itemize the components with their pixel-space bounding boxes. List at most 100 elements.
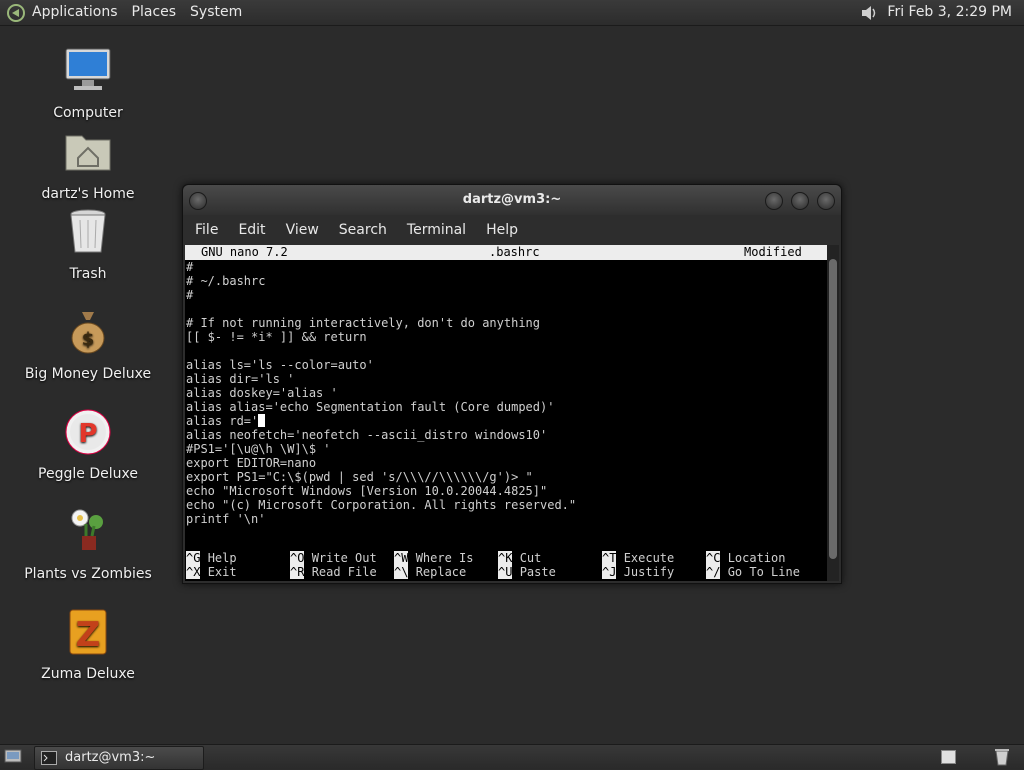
file-line: echo "(c) Microsoft Corporation. All rig…	[186, 498, 577, 512]
shortcut-exit[interactable]: ^X Exit	[186, 565, 237, 579]
file-line: alias neofetch='neofetch --ascii_distro …	[186, 428, 548, 442]
shortcut-label: Read File	[311, 565, 377, 579]
shortcut-key: ^R	[290, 565, 305, 579]
shortcut-paste[interactable]: ^U Paste	[498, 565, 556, 579]
nano-version: GNU nano 7.2	[201, 245, 288, 259]
terminal-menubar: File Edit View Search Terminal Help	[183, 215, 841, 245]
trash-applet-icon[interactable]	[994, 748, 1010, 766]
shortcut-key: ^X	[186, 565, 201, 579]
menu-help[interactable]: Help	[484, 222, 520, 238]
zuma-icon: Z	[69, 609, 107, 655]
shortcut-label: Location	[727, 551, 786, 565]
taskbar-terminal-label: dartz@vm3:~	[65, 750, 156, 765]
menu-terminal[interactable]: Terminal	[405, 222, 468, 238]
shortcut-key: ^\	[394, 565, 409, 579]
gnome-foot-icon[interactable]	[6, 3, 26, 23]
file-content[interactable]: # # ~/.bashrc # # If not running interac…	[186, 260, 826, 526]
maximize-button[interactable]	[791, 192, 809, 210]
nano-shortcuts: ^G Help ^O Write Out ^W Where Is ^K Cut …	[186, 551, 826, 579]
desktop-icon-label: Computer	[53, 105, 123, 121]
desktop-icon-zuma[interactable]: Z Zuma Deluxe	[23, 606, 153, 682]
top-panel-right: Fri Feb 3, 2:29 PM	[859, 0, 1012, 25]
shortcut-row: ^G Help ^O Write Out ^W Where Is ^K Cut …	[186, 551, 826, 565]
file-line	[186, 302, 826, 316]
shortcut-where-is[interactable]: ^W Where Is	[394, 551, 473, 565]
places-menu[interactable]: Places	[132, 0, 177, 25]
top-panel: Applications Places System Fri Feb 3, 2:…	[0, 0, 1024, 26]
desktop-icon-label: dartz's Home	[41, 186, 135, 202]
file-line: [[ $- != *i* ]] && return	[186, 330, 367, 344]
file-line: alias doskey='alias '	[186, 386, 338, 400]
desktop-icon-trash[interactable]: Trash	[23, 206, 153, 282]
shortcut-key: ^G	[186, 551, 201, 565]
system-menu[interactable]: System	[190, 0, 242, 25]
shortcut-go-to-line[interactable]: ^/ Go To Line	[706, 565, 800, 579]
clock[interactable]: Fri Feb 3, 2:29 PM	[887, 0, 1012, 25]
minimize-button[interactable]	[765, 192, 783, 210]
shortcut-key: ^J	[602, 565, 617, 579]
svg-text:P: P	[78, 419, 97, 449]
scrollbar-thumb[interactable]	[829, 259, 837, 559]
speaker-icon[interactable]	[859, 3, 879, 23]
shortcut-key: ^C	[706, 551, 721, 565]
desktop-icon-peggle[interactable]: P Peggle Deluxe	[23, 406, 153, 482]
shortcut-read-file[interactable]: ^R Read File	[290, 565, 377, 579]
shortcut-label: Where Is	[415, 551, 474, 565]
file-line: alias alias='echo Segmentation fault (Co…	[186, 400, 555, 414]
workspace-switcher[interactable]	[941, 750, 956, 764]
shortcut-help[interactable]: ^G Help	[186, 551, 237, 565]
shortcut-label: Cut	[519, 551, 542, 565]
window-menu-button[interactable]	[189, 192, 207, 210]
desktop-icon-pvz[interactable]: Plants vs Zombies	[23, 506, 153, 582]
menu-edit[interactable]: Edit	[236, 222, 267, 238]
desktop-icon-label: Trash	[69, 266, 107, 282]
menu-search[interactable]: Search	[337, 222, 389, 238]
file-line: #	[186, 288, 194, 302]
nano-header: GNU nano 7.2 .bashrc Modified	[185, 245, 827, 260]
menu-file[interactable]: File	[193, 222, 220, 238]
file-line: # ~/.bashrc	[186, 274, 266, 288]
shortcut-label: Execute	[623, 551, 675, 565]
desktop-icon-computer[interactable]: Computer	[23, 45, 153, 121]
terminal-window: dartz@vm3:~ File Edit View Search Termin…	[182, 184, 842, 584]
shortcut-key: ^O	[290, 551, 305, 565]
text-cursor	[258, 414, 266, 427]
shortcut-replace[interactable]: ^\ Replace	[394, 565, 466, 579]
terminal-scrollbar[interactable]	[827, 245, 839, 581]
file-line: printf '\n'	[186, 512, 266, 526]
shortcut-label: Replace	[415, 565, 467, 579]
desktop-icon-home[interactable]: dartz's Home	[23, 126, 153, 202]
svg-text:Z: Z	[76, 615, 101, 655]
file-line: alias rd='	[186, 414, 259, 428]
terminal-area[interactable]: GNU nano 7.2 .bashrc Modified # # ~/.bas…	[185, 245, 827, 581]
shortcut-execute[interactable]: ^T Execute	[602, 551, 674, 565]
desktop-icon-label: Plants vs Zombies	[24, 566, 152, 582]
file-line: alias ls='ls --color=auto'	[186, 358, 374, 372]
file-line: #	[186, 260, 194, 274]
terminal-icon	[41, 751, 57, 765]
nano-filename: .bashrc	[489, 245, 540, 259]
top-menus: Applications Places System	[6, 0, 256, 25]
money-bag-icon: $	[71, 312, 105, 354]
window-titlebar[interactable]: dartz@vm3:~	[183, 185, 841, 215]
bottom-panel: dartz@vm3:~	[0, 744, 1024, 770]
file-line: # If not running interactively, don't do…	[186, 316, 541, 330]
file-line-cursor: alias rd='	[186, 414, 826, 428]
applications-menu[interactable]: Applications	[32, 0, 118, 25]
shortcut-cut[interactable]: ^K Cut	[498, 551, 541, 565]
plant-icon	[71, 509, 103, 550]
shortcut-justify[interactable]: ^J Justify	[602, 565, 674, 579]
shortcut-label: Go To Line	[727, 565, 800, 579]
taskbar-terminal-button[interactable]: dartz@vm3:~	[34, 746, 204, 770]
desktop-icon-label: Zuma Deluxe	[41, 666, 135, 682]
show-desktop-icon[interactable]	[4, 748, 22, 764]
shortcut-label: Paste	[519, 565, 556, 579]
file-line: export EDITOR=nano	[186, 456, 317, 470]
close-button[interactable]	[817, 192, 835, 210]
shortcut-location[interactable]: ^C Location	[706, 551, 785, 565]
menu-view[interactable]: View	[284, 222, 321, 238]
window-title: dartz@vm3:~	[462, 192, 562, 207]
shortcut-write-out[interactable]: ^O Write Out	[290, 551, 377, 565]
shortcut-row: ^X Exit ^R Read File ^\ Replace ^U Paste…	[186, 565, 826, 579]
desktop-icon-big-money[interactable]: $ Big Money Deluxe	[23, 306, 153, 382]
